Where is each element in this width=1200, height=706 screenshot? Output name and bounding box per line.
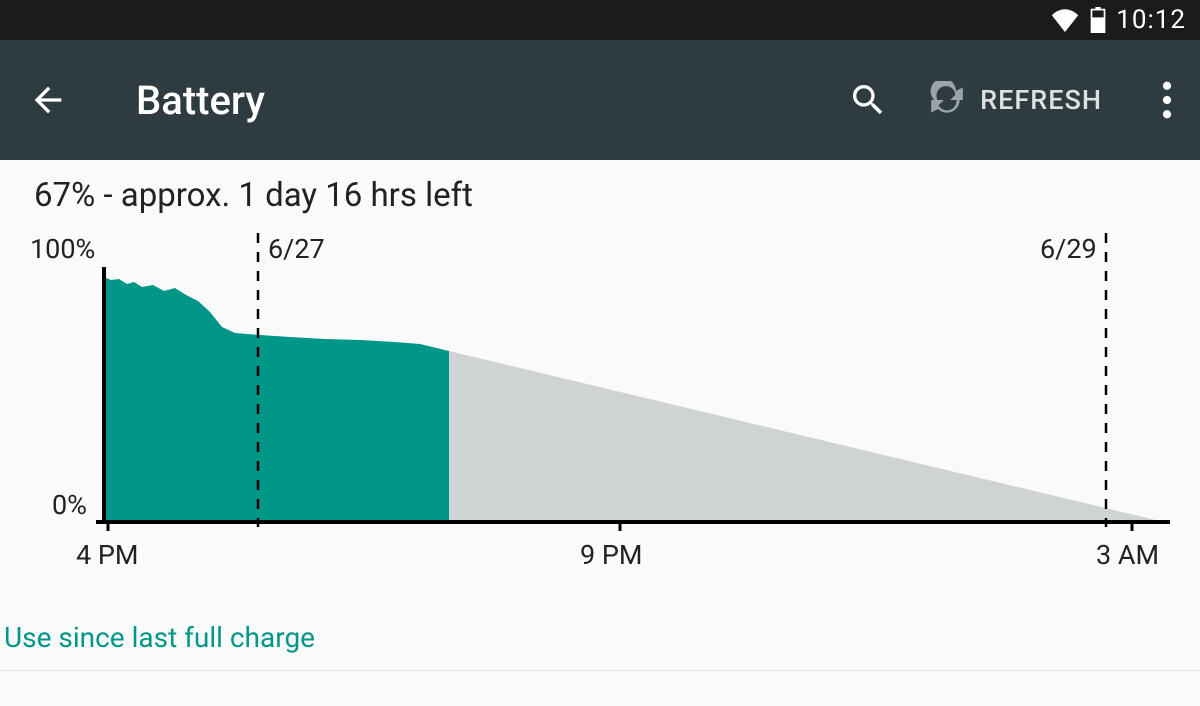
divider <box>0 670 1200 671</box>
app-bar: Battery REFRESH <box>0 40 1200 160</box>
battery-summary: 67% - approx. 1 day 16 hrs left <box>0 176 1200 229</box>
status-bar: 10:12 <box>0 0 1200 40</box>
chart-svg <box>0 229 1200 599</box>
page-title: Battery <box>136 77 808 124</box>
overflow-menu-icon[interactable] <box>1162 81 1172 119</box>
refresh-button[interactable]: REFRESH <box>928 81 1102 119</box>
refresh-icon <box>928 81 966 119</box>
status-time: 10:12 <box>1116 5 1186 35</box>
search-icon[interactable] <box>848 80 888 120</box>
refresh-label: REFRESH <box>980 84 1102 116</box>
section-header-usage: Use since last full charge <box>0 599 1200 670</box>
battery-icon <box>1090 7 1106 33</box>
wifi-icon <box>1050 8 1080 32</box>
back-icon[interactable] <box>28 80 68 120</box>
content-area: 67% - approx. 1 day 16 hrs left 100% 0% … <box>0 160 1200 671</box>
battery-chart[interactable]: 100% 0% 6/27 6/29 4 PM 9 PM 3 AM <box>0 229 1200 599</box>
